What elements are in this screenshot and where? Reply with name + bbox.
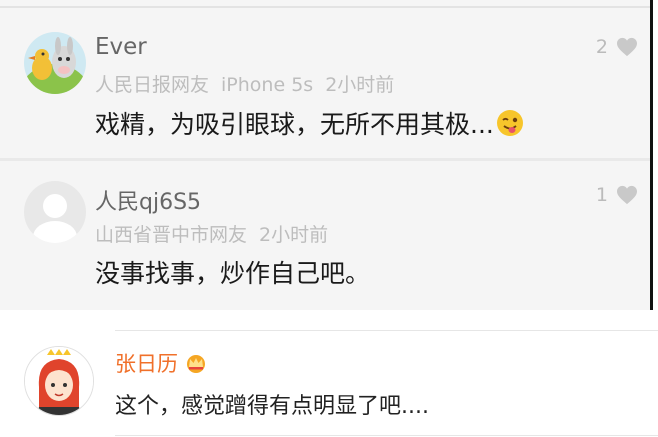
comment-username[interactable]: 人民qj6S5 (95, 184, 201, 216)
comment-time: 2小时前 (325, 74, 395, 96)
comment-meta: 山西省晋中市网友 2小时前 (95, 220, 340, 247)
divider (0, 6, 650, 8)
comment-username[interactable]: Ever (95, 34, 147, 60)
avatar[interactable] (24, 346, 94, 416)
comment-source: 人民日报网友 (95, 74, 210, 96)
comment-item: Ever 人民日报网友 iPhone 5s 2小时前 戏精，为吸引眼球，无所不用其极… (0, 10, 650, 158)
default-user-avatar-icon (24, 181, 86, 243)
heart-icon (617, 37, 637, 57)
avatar[interactable] (24, 181, 86, 243)
comment-text: 这个，感觉蹭得有点明显了吧.... (115, 394, 429, 419)
comment-text: 没事找事，炒作自己吧。 (95, 259, 371, 288)
cartoon-girl-avatar-icon (25, 347, 93, 415)
divider (0, 158, 650, 161)
panel-border (650, 0, 653, 310)
divider (115, 435, 658, 436)
winking-tongue-face-icon (496, 110, 523, 136)
weibo-comment: 张日历 这个，感觉蹭得有点明显了吧.... (0, 310, 658, 437)
comment-source: 山西省晋中市网友 (95, 224, 248, 246)
comment-time: 2小时前 (259, 224, 329, 246)
comment-panel: Ever 人民日报网友 iPhone 5s 2小时前 戏精，为吸引眼球，无所不用其极… (0, 0, 650, 310)
like-button[interactable]: 1 (596, 184, 638, 206)
avatar[interactable] (24, 32, 86, 94)
crown-badge-icon (187, 355, 205, 373)
cartoon-donkey-avatar-icon (24, 32, 86, 94)
like-count: 1 (595, 184, 608, 206)
like-count: 2 (595, 36, 608, 58)
heart-icon (617, 185, 637, 205)
comment-item: 人民qj6S5 山西省晋中市网友 2小时前 没事找事，炒作自己吧。 1 (0, 162, 650, 307)
comment-text: 戏精，为吸引眼球，无所不用其极... (95, 105, 524, 141)
divider (115, 330, 658, 331)
comment-device: iPhone 5s (221, 74, 314, 96)
comment-username[interactable]: 张日历 (115, 348, 208, 378)
username-text: 张日历 (115, 352, 178, 376)
comment-body: 戏精，为吸引眼球，无所不用其极... (95, 110, 494, 139)
like-button[interactable]: 2 (596, 36, 638, 58)
comment-meta: 人民日报网友 iPhone 5s 2小时前 (95, 70, 406, 97)
